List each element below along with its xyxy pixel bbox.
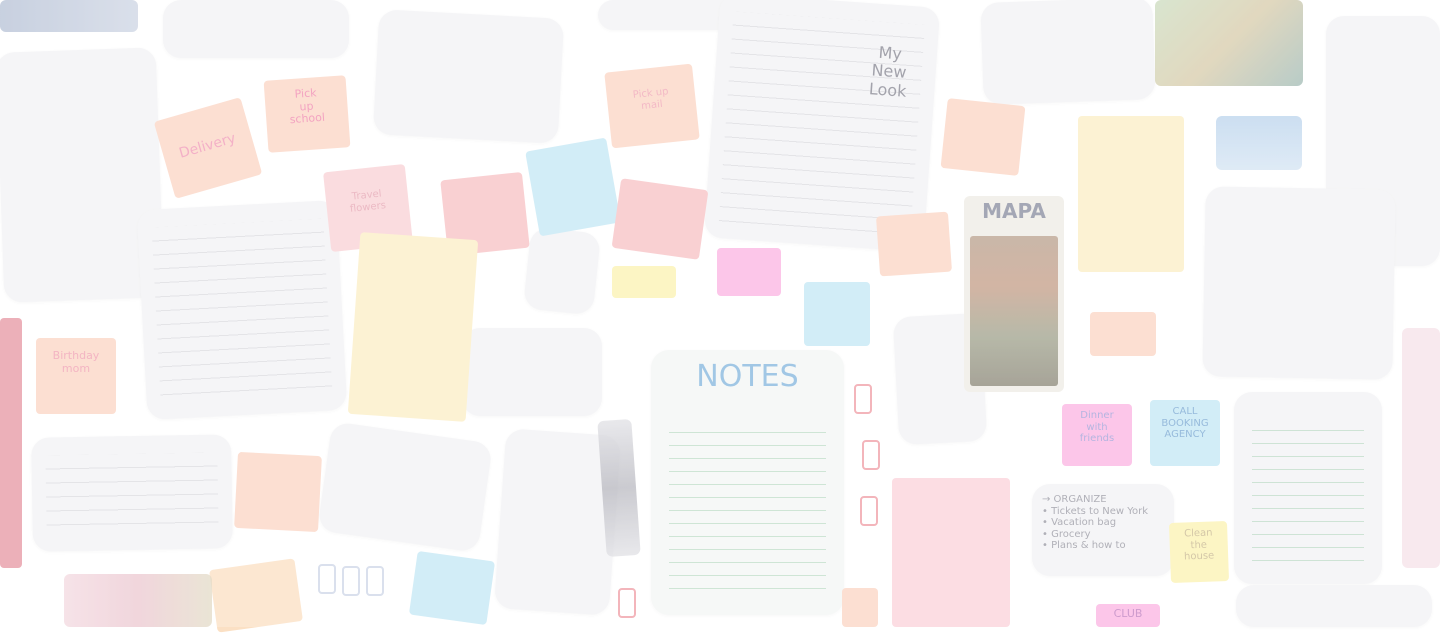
paper-middle-wide	[462, 328, 602, 416]
blue-note-bottom	[408, 550, 496, 626]
paper-lines	[151, 218, 333, 406]
call-booking-note: CALL BOOKING AGENCY	[1150, 400, 1220, 466]
paper-lines	[45, 452, 219, 538]
red-folder-edge	[0, 318, 22, 568]
paper-signature	[317, 421, 493, 553]
pick-up-school-text: Pick up school	[289, 86, 326, 127]
pink-photo-right	[1402, 328, 1440, 568]
organize-text: → ORGANIZE • Tickets to New York • Vacat…	[1042, 494, 1149, 551]
club-text: CLUB	[1113, 607, 1143, 620]
orange-note-bottom-left	[234, 451, 322, 533]
green-lines-right	[1252, 418, 1364, 564]
birthday-mom-text: Birthday mom	[52, 349, 100, 375]
my-new-look-text: My New Look	[868, 42, 908, 101]
call-booking-text: CALL BOOKING AGENCY	[1161, 406, 1209, 440]
club-note: CLUB	[1096, 604, 1160, 627]
mapa-brochure: MAPA	[964, 196, 1064, 392]
delivery-note: Delivery	[153, 97, 263, 199]
paper-bottom-right	[1236, 585, 1432, 627]
clean-house-note: Clean the house	[1168, 521, 1230, 583]
blue-note-top	[525, 137, 621, 237]
hot-pink-note-small	[717, 248, 781, 296]
paper-bottom-left	[31, 434, 233, 552]
ticket-blue	[1216, 116, 1302, 170]
paper-small-center	[522, 226, 602, 316]
paper-top-left	[163, 0, 349, 58]
pick-up-mail-text: Pick up mail	[632, 86, 670, 112]
coral-note-center	[611, 178, 709, 260]
paper-clip	[854, 384, 872, 414]
paper-right-top	[980, 0, 1156, 105]
paper-clip	[862, 440, 880, 470]
photo-top-right	[1155, 0, 1303, 86]
dinner-friends-note: Dinner with friends	[1062, 404, 1132, 466]
paper-clip	[366, 566, 384, 596]
mapa-title: MAPA	[982, 199, 1046, 223]
paper-clip	[318, 564, 336, 594]
paper-notes-sheet: NOTES	[651, 350, 844, 615]
clean-house-text: Clean the house	[1183, 527, 1215, 563]
orange-note-bottom	[209, 558, 303, 633]
orange-note-bottom-center	[842, 588, 878, 627]
floral-photo	[64, 574, 212, 627]
paper-center-top	[372, 9, 565, 144]
paper-right-column	[1202, 186, 1396, 380]
yellow-note-right	[1078, 116, 1184, 272]
orange-note-right-mid	[875, 211, 953, 277]
pick-up-mail-note: Pick up mail	[604, 63, 700, 149]
pink-tall-note	[892, 478, 1010, 627]
delivery-text: Delivery	[177, 130, 238, 162]
orange-note-right-small	[1090, 312, 1156, 356]
paper-clip	[618, 588, 636, 618]
paper-clip	[860, 496, 878, 526]
lemon-note-small	[612, 266, 676, 298]
notes-title: NOTES	[696, 359, 799, 394]
notes-green-lines	[669, 420, 826, 595]
paper-list-left	[136, 199, 348, 421]
pick-up-school-note: Pick up school	[263, 75, 351, 153]
yellow-tall-note	[347, 232, 479, 422]
dinner-friends-text: Dinner with friends	[1079, 410, 1115, 444]
paper-green-right	[1234, 392, 1382, 584]
birthday-mom-note: Birthday mom	[36, 338, 116, 414]
blue-note-center	[804, 282, 870, 346]
paper-organize: → ORGANIZE • Tickets to New York • Vacat…	[1032, 484, 1174, 576]
paper-clip	[342, 566, 360, 596]
pink-flowers-text: Travel flowers	[349, 188, 387, 215]
photo-fragment-top-left	[0, 0, 138, 32]
orange-note-right-top	[940, 98, 1026, 176]
mapa-photos	[970, 236, 1058, 386]
sticky-notes-collage: My New Look NOTES → ORGANIZE • Tickets t…	[0, 0, 1440, 633]
